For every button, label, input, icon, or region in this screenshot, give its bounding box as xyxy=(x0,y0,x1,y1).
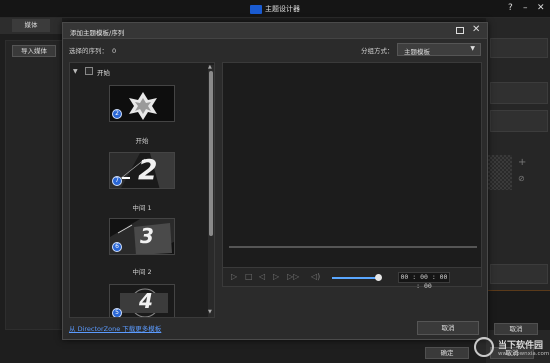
scroll-down-icon[interactable]: ▼ xyxy=(208,309,212,315)
template-label: 开始 xyxy=(135,137,149,145)
play-icon[interactable]: ▷ xyxy=(231,272,237,281)
fast-forward-icon[interactable]: ▷▷ xyxy=(287,272,299,281)
volume-slider-track[interactable] xyxy=(332,277,378,279)
template-list: ▼ 开始 2 开始 2 7 中间 1 3 6 中间 2 4 5 ▲ ▼ xyxy=(69,62,215,318)
bg-color-swatch[interactable] xyxy=(488,155,512,190)
template-number: 2 xyxy=(138,153,158,186)
group-by-value: 主题模板 xyxy=(404,48,430,56)
template-badge: 5 xyxy=(112,308,122,317)
add-template-dialog: 添加主题模板/序列 ✕ 选择的序列： 0 分组方式： 主题模板 ▼ ▼ 开始 2 … xyxy=(62,22,488,340)
add-icon[interactable]: + xyxy=(518,157,526,168)
remove-icon[interactable]: ⊘ xyxy=(518,174,525,183)
previous-frame-icon[interactable]: ◁ xyxy=(259,272,265,281)
template-label: 中间 2 xyxy=(132,268,152,276)
template-badge: 2 xyxy=(112,109,122,119)
template-thumbnail-middle-2[interactable]: 3 6 xyxy=(109,218,175,255)
template-scrollbar[interactable]: ▲ ▼ xyxy=(208,64,214,317)
bg-bottom-left xyxy=(5,325,63,335)
watermark-logo-icon xyxy=(474,337,494,357)
selected-count: 选择的序列： 0 xyxy=(69,45,116,55)
bg-right-box-3 xyxy=(490,110,548,132)
timecode-display: 00 : 00 : 00 : 00 xyxy=(398,272,450,290)
minimize-button[interactable]: – xyxy=(523,3,528,13)
app-title-text: 主题设计器 xyxy=(265,5,300,13)
template-thumbnail-4[interactable]: 4 5 xyxy=(109,284,175,317)
preview-window xyxy=(222,62,482,286)
bg-media-panel xyxy=(5,40,63,330)
scroll-up-icon[interactable]: ▲ xyxy=(208,64,212,70)
template-category[interactable]: ▼ 开始 xyxy=(73,67,193,77)
close-icon[interactable]: ✕ xyxy=(472,24,480,35)
watermark: 当下软件园 www.downxia.com xyxy=(470,331,550,363)
template-number: 4 xyxy=(139,289,153,313)
category-checkbox[interactable] xyxy=(85,67,93,75)
template-label: 中间 1 xyxy=(132,204,152,212)
selected-label: 选择的序列： xyxy=(69,47,108,55)
preview-progress-line[interactable] xyxy=(229,246,477,248)
next-frame-icon[interactable]: ▷ xyxy=(273,272,279,281)
maximize-icon[interactable] xyxy=(456,27,464,34)
group-by-label: 分组方式： xyxy=(361,47,394,55)
scrollbar-thumb[interactable] xyxy=(209,71,213,236)
template-thumbnail-start[interactable]: 2 xyxy=(109,85,175,122)
directorzone-download-link[interactable]: 从 DirectorZone 下载更多模板 xyxy=(69,323,161,333)
watermark-url: www.downxia.com xyxy=(498,351,550,357)
template-badge: 7 xyxy=(112,176,122,186)
app-title: 主题设计器 xyxy=(0,4,550,14)
watermark-name: 当下软件园 xyxy=(498,341,544,351)
stop-icon[interactable]: □ xyxy=(245,272,253,281)
selected-count-value: 0 xyxy=(112,47,117,55)
category-label: 开始 xyxy=(97,69,110,77)
bg-right-box-1 xyxy=(490,38,548,58)
dialog-titlebar: 添加主题模板/序列 ✕ xyxy=(63,23,487,39)
dialog-title: 添加主题模板/序列 xyxy=(70,29,125,37)
chevron-down-icon: ▼ xyxy=(470,45,475,52)
close-app-button[interactable]: ✕ xyxy=(537,3,545,13)
bg-right-box-2 xyxy=(490,82,548,104)
bg-ok-button[interactable]: 确定 xyxy=(425,347,469,359)
tab-media[interactable]: 媒体 xyxy=(12,19,50,32)
template-number: 3 xyxy=(140,224,154,248)
group-by-select[interactable]: 主题模板 ▼ xyxy=(397,43,481,56)
volume-icon[interactable]: ◁) xyxy=(311,272,320,281)
playback-controls: ▷ □ ◁ ▷ ▷▷ ◁) 00 : 00 : 00 : 00 xyxy=(222,267,482,290)
app-logo-icon xyxy=(250,4,262,14)
template-badge: 6 xyxy=(112,242,122,252)
import-media-button[interactable]: 导入媒体 xyxy=(12,45,56,57)
volume-slider-knob[interactable] xyxy=(375,274,382,281)
app-titlebar: 主题设计器 ? – ✕ xyxy=(0,0,550,18)
expand-triangle-icon[interactable]: ▼ xyxy=(73,68,78,75)
help-button[interactable]: ? xyxy=(508,3,513,13)
template-thumbnail-middle-1[interactable]: 2 7 xyxy=(109,152,175,189)
bg-right-box-4 xyxy=(490,264,548,284)
